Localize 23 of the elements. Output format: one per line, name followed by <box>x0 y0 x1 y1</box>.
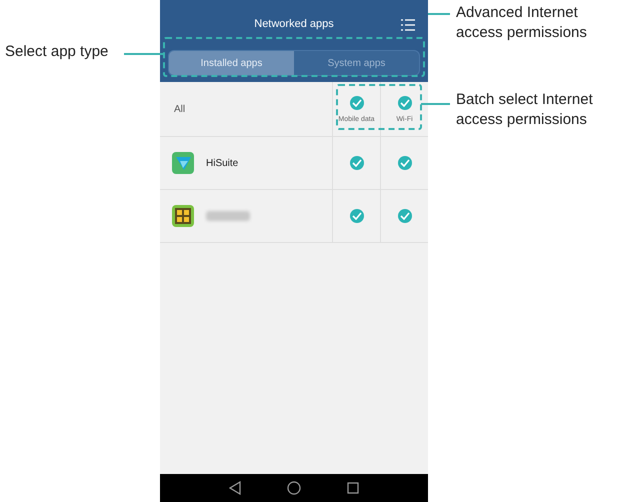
callout-text: Advanced Internet access permissions <box>456 3 588 43</box>
checkbox[interactable] <box>398 156 412 170</box>
app-icon <box>172 152 194 174</box>
app-name: HiSuite <box>206 158 238 168</box>
tab[interactable]: System apps <box>294 51 419 75</box>
checkbox[interactable] <box>398 96 412 110</box>
all-label: All <box>173 102 186 116</box>
checkbox[interactable] <box>350 156 364 170</box>
checkbox[interactable] <box>350 96 364 110</box>
back-icon[interactable] <box>229 481 241 495</box>
leader-line <box>124 53 164 55</box>
callout-text: Select app type <box>5 42 108 62</box>
home-icon[interactable] <box>287 481 301 495</box>
tab[interactable]: Installed apps <box>169 51 294 75</box>
checkbox[interactable] <box>350 209 364 223</box>
screen-title: Networked apps <box>254 18 334 30</box>
app-icon <box>172 205 194 227</box>
menu-icon[interactable] <box>400 18 416 32</box>
recents-icon[interactable] <box>347 482 359 494</box>
leader-line <box>421 103 450 105</box>
leader-line <box>428 13 450 15</box>
checkbox[interactable] <box>398 209 412 223</box>
callout-text: Batch select Internet access permissions <box>456 90 594 130</box>
